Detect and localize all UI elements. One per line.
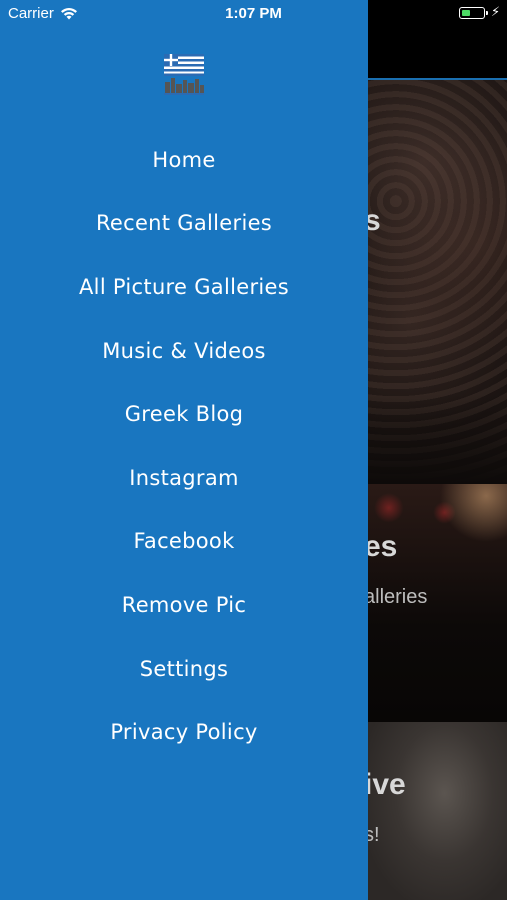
status-bar-left: Carrier — [8, 5, 78, 22]
card-2-title: es — [368, 530, 398, 563]
carrier-label: Carrier — [8, 5, 54, 22]
menu-item-greek-blog[interactable]: Greek Blog — [0, 382, 368, 446]
drawer-menu: Home Recent Galleries All Picture Galler… — [0, 128, 368, 764]
gallery-card-2[interactable]: es alleries — [368, 484, 507, 722]
menu-item-music-videos[interactable]: Music & Videos — [0, 319, 368, 383]
charging-bolt-icon: ⚡ — [491, 5, 501, 20]
menu-item-settings[interactable]: Settings — [0, 637, 368, 701]
menu-item-instagram[interactable]: Instagram — [0, 446, 368, 510]
card-3-title: ive — [368, 768, 406, 801]
menu-item-recent-galleries[interactable]: Recent Galleries — [0, 192, 368, 256]
battery-icon — [459, 7, 488, 19]
card-2-subtitle: alleries — [368, 586, 428, 608]
menu-item-facebook[interactable]: Facebook — [0, 510, 368, 574]
menu-item-home[interactable]: Home — [0, 128, 368, 192]
side-drawer: Carrier Home Recent Galleries All Pictur… — [0, 0, 368, 900]
greek-flag-logo-icon[interactable] — [162, 52, 206, 96]
wifi-icon — [60, 7, 77, 20]
gallery-card-3[interactable]: ive s! — [368, 722, 507, 900]
card-3-subtitle: s! — [368, 824, 380, 846]
menu-item-all-picture-galleries[interactable]: All Picture Galleries — [0, 255, 368, 319]
menu-item-privacy-policy[interactable]: Privacy Policy — [0, 700, 368, 764]
gallery-card-1[interactable]: s — [368, 80, 507, 484]
card-1-title: s — [368, 204, 381, 237]
menu-item-remove-pic[interactable]: Remove Pic — [0, 573, 368, 637]
